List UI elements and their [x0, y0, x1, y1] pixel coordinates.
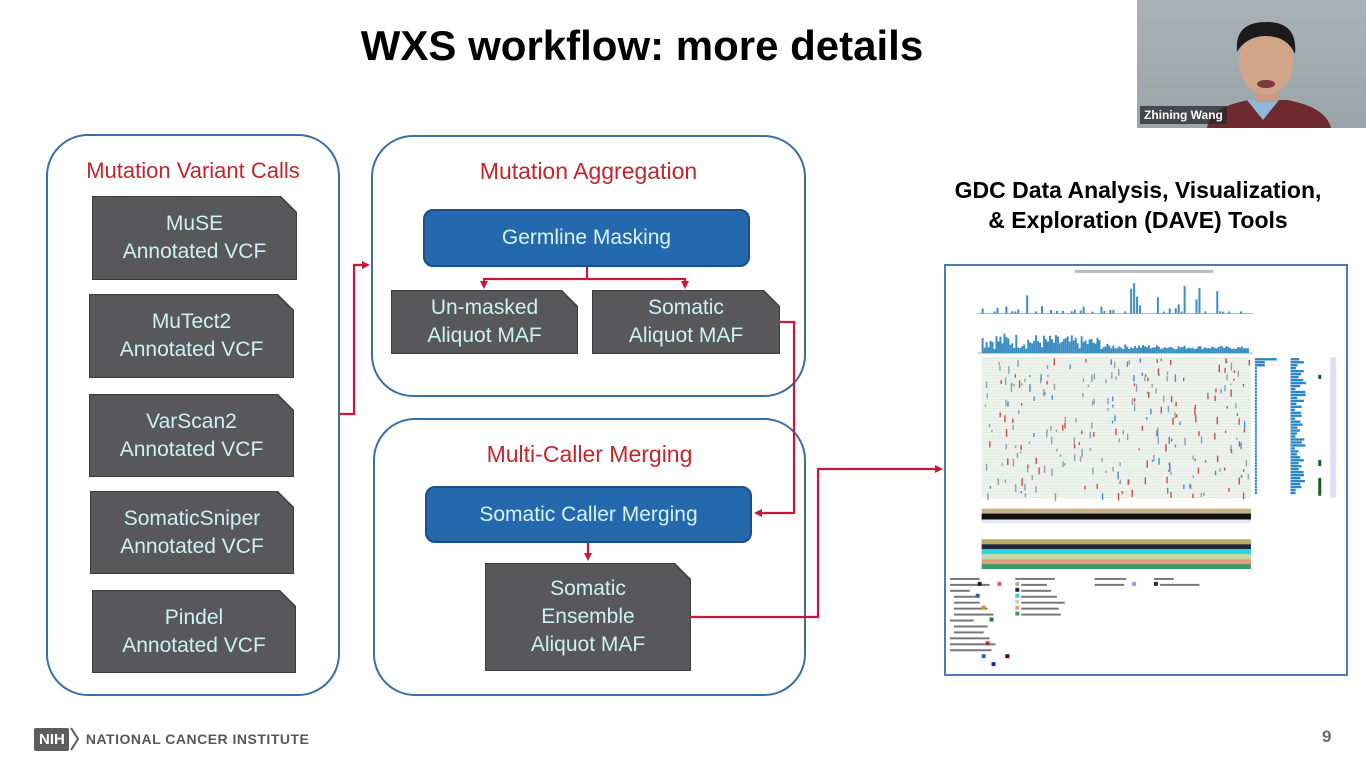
doc-varscan2-vcf: VarScan2 Annotated VCF — [90, 395, 293, 476]
doc-label: Ensemble — [541, 605, 635, 628]
doc-label: MuSE — [165, 212, 224, 235]
doc-label: Aliquot MAF — [628, 324, 744, 347]
doc-label: Un-masked — [430, 296, 539, 319]
doc-label: Annotated VCF — [120, 534, 264, 558]
doc-label: SomaticSniper — [123, 506, 261, 530]
doc-label: VarScan2 — [146, 409, 237, 433]
doc-label: Annotated VCF — [122, 240, 267, 263]
oncogrid-case-histogram — [981, 333, 1249, 354]
doc-muse-vcf: MuSE Annotated VCF — [93, 197, 296, 279]
dave-oncogrid-screenshot — [944, 264, 1348, 676]
nih-badge: NIH — [34, 727, 69, 751]
doc-label: Annotated VCF — [122, 633, 266, 657]
process-somatic-caller-merging: Somatic Caller Merging — [425, 486, 752, 543]
dave-title: GDC Data Analysis, Visualization, & Expl… — [918, 175, 1358, 235]
doc-somatic-aliquot-maf: Somatic Aliquot MAF — [593, 291, 779, 353]
dave-title-line1: GDC Data Analysis, Visualization, — [954, 177, 1322, 203]
doc-label: Aliquot MAF — [530, 633, 646, 656]
oncogrid-side-bars — [1254, 357, 1337, 498]
doc-somatic-ensemble-aliquot-maf: Somatic Ensemble Aliquot MAF — [486, 564, 690, 670]
webcam-video-tile[interactable]: Zhining Wang — [1137, 0, 1366, 128]
doc-label: Somatic — [648, 296, 724, 319]
doc-pindel-vcf: Pindel Annotated VCF — [93, 591, 295, 672]
doc-label: Aliquot MAF — [427, 324, 542, 347]
doc-unmasked-aliquot-maf: Un-masked Aliquot MAF — [392, 291, 577, 353]
doc-label: Somatic — [550, 577, 626, 600]
group-title: Multi-Caller Merging — [486, 441, 693, 467]
doc-label: Pindel — [164, 605, 224, 629]
doc-label: Annotated VCF — [119, 437, 264, 461]
group-title: Mutation Variant Calls — [86, 158, 300, 183]
dave-title-line2: & Exploration (DAVE) Tools — [988, 207, 1288, 233]
doc-label: Annotated VCF — [119, 338, 264, 361]
page-number: 9 — [1322, 727, 1332, 746]
process-germline-masking: Germline Masking — [423, 209, 750, 267]
doc-mutect2-vcf: MuTect2 Annotated VCF — [90, 295, 293, 377]
nci-logo: NIH NATIONAL CANCER INSTITUTE — [34, 727, 309, 751]
oncogrid-legend — [949, 577, 1200, 652]
doc-label: MuTect2 — [151, 310, 232, 333]
nih-chevron-icon — [70, 727, 80, 751]
group-title: Mutation Aggregation — [479, 158, 698, 184]
institute-name: NATIONAL CANCER INSTITUTE — [85, 731, 310, 747]
slide-title: WXS workflow: more details — [360, 22, 924, 69]
arrow-variant-calls-to-aggregation — [340, 261, 370, 416]
oncogrid-gene-histogram — [981, 283, 1243, 314]
oncogrid-title-bar — [1074, 269, 1214, 273]
participant-name-label: Zhining Wang — [1140, 106, 1227, 124]
doc-somaticsniper-vcf: SomaticSniper Annotated VCF — [91, 492, 293, 573]
